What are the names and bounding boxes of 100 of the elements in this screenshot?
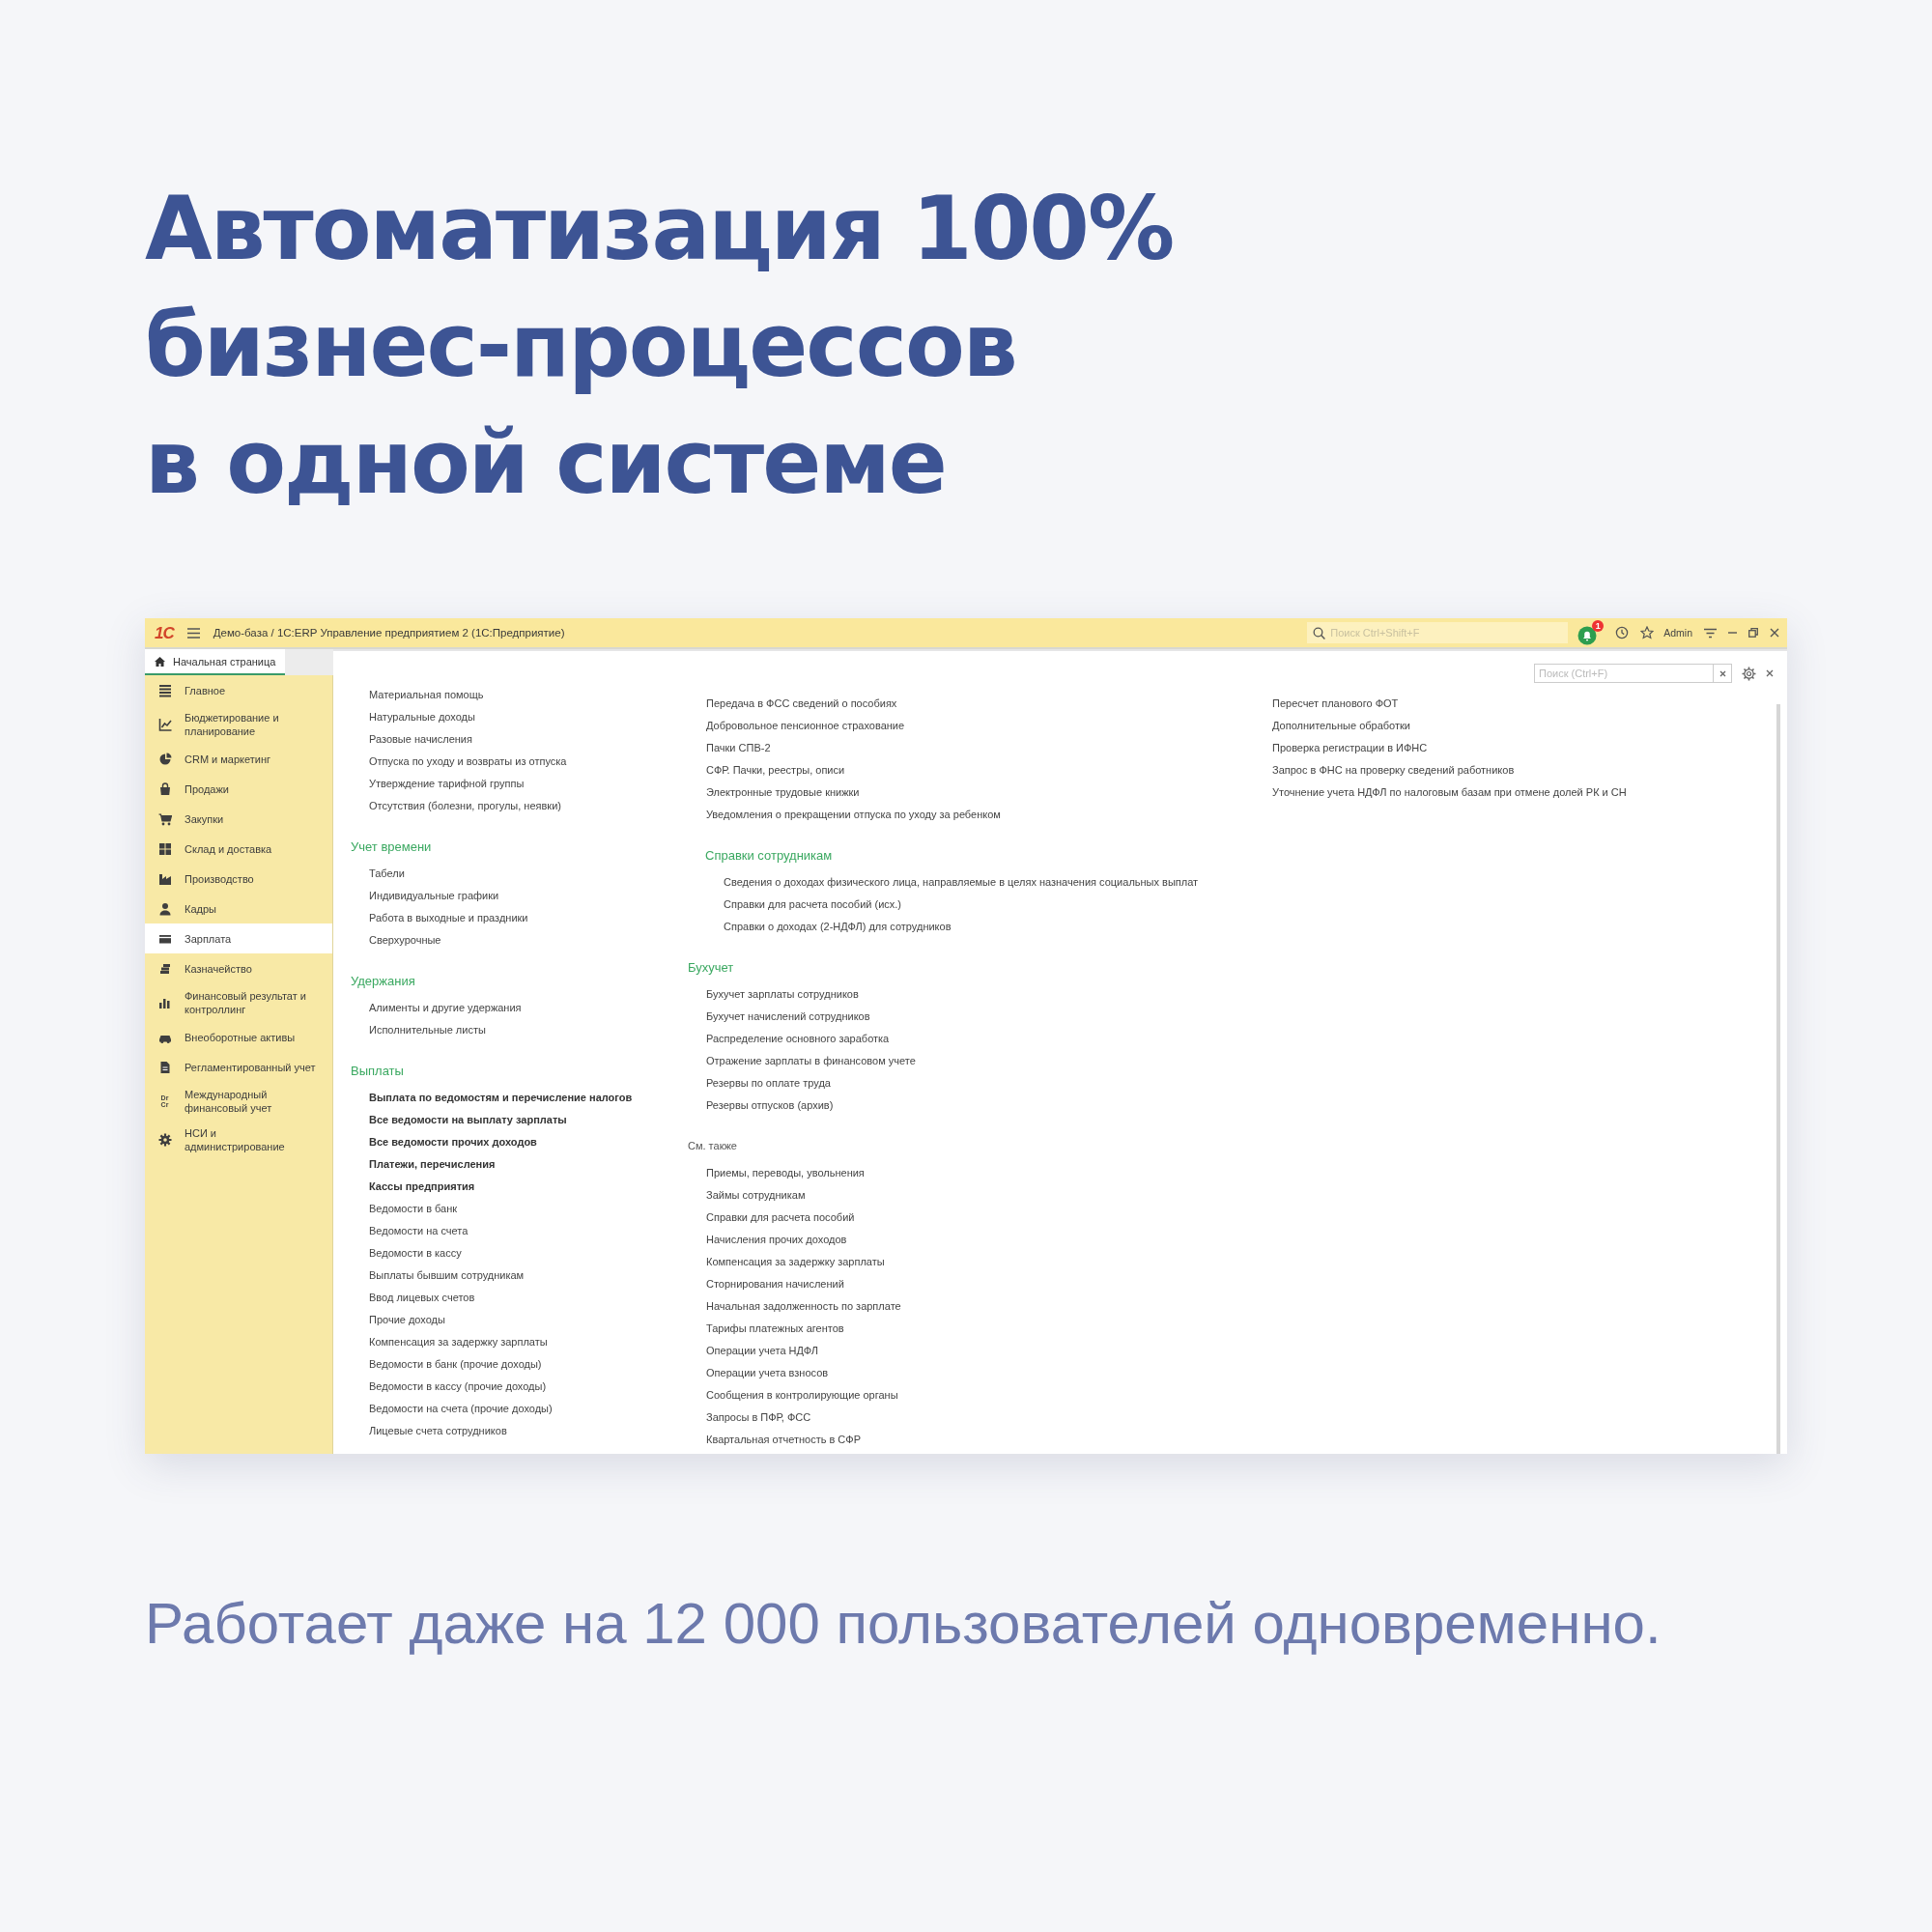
menu-link[interactable]: Материальная помощь — [351, 684, 484, 706]
sidebar-item[interactable]: Казначейство — [145, 953, 332, 983]
menu-link[interactable]: Выплата по ведомостям и перечисление налогов — [351, 1087, 633, 1109]
menu-link[interactable]: Уточнение учета НДФЛ по налоговым базам при отмене долей РК и СН — [1254, 781, 1627, 804]
menu-link[interactable]: Тарифы платежных агентов — [688, 1318, 844, 1340]
scrollbar[interactable] — [1776, 704, 1780, 1454]
sidebar-item[interactable]: Внеоборотные активы — [145, 1022, 332, 1052]
menu-link[interactable]: Сторнирования начислений — [688, 1273, 844, 1295]
menu-link[interactable]: Ведомости в банк (прочие доходы) — [351, 1353, 542, 1376]
filter-icon — [1704, 627, 1717, 639]
window-title: Демо-база / 1С:ERP Управление предприятием 2 (1С:Предприятие) — [213, 627, 565, 639]
menu-button[interactable] — [186, 627, 200, 639]
menu-link[interactable]: Справки о доходах (2-НДФЛ) для сотрудников — [705, 916, 952, 938]
user-button[interactable]: Admin — [1663, 627, 1692, 639]
close-button[interactable] — [1766, 669, 1774, 677]
menu-link[interactable]: Алименты и другие удержания — [351, 997, 522, 1019]
menu-link[interactable]: Ведомости в кассу — [351, 1242, 462, 1264]
menu-link[interactable]: Ввод лицевых счетов — [351, 1287, 475, 1309]
menu-link[interactable]: Проверка регистрации в ИФНС — [1254, 737, 1428, 759]
menu-link[interactable]: Ведомости на счета (прочие доходы) — [351, 1398, 553, 1420]
star-icon — [1640, 626, 1655, 639]
factory-icon — [157, 871, 172, 886]
menu-link[interactable]: Передача в ФСС сведений о пособиях — [688, 693, 897, 715]
menu-link[interactable]: Выплаты бывшим сотрудникам — [351, 1264, 525, 1287]
person-icon — [157, 901, 172, 916]
settings-button[interactable] — [1742, 666, 1756, 681]
pie-chart-icon — [157, 752, 172, 766]
menu-link[interactable]: Все ведомости прочих доходов — [351, 1131, 537, 1153]
close-button[interactable] — [1770, 628, 1779, 638]
menu-link[interactable]: Платежи, перечисления — [351, 1153, 496, 1176]
sidebar-item[interactable]: НСИ и администрирование — [145, 1121, 332, 1159]
menu-link[interactable]: Справки для расчета пособий — [688, 1207, 855, 1229]
menu-link[interactable]: Начисления прочих доходов — [688, 1229, 847, 1251]
history-button[interactable] — [1615, 626, 1630, 639]
clear-button[interactable] — [1713, 664, 1732, 683]
favorites-button[interactable] — [1640, 626, 1655, 639]
sidebar-item[interactable]: Главное — [145, 675, 332, 705]
search-field[interactable]: Поиск (Ctrl+F) — [1534, 664, 1713, 683]
sidebar-item[interactable]: Закупки — [145, 804, 332, 834]
menu-link[interactable]: СФР. Пачки, реестры, описи — [688, 759, 845, 781]
menu-link[interactable]: Отражение зарплаты в финансовом учете — [688, 1050, 916, 1072]
menu-link[interactable]: Кассы предприятия — [351, 1176, 475, 1198]
menu-link[interactable]: Ведомости на счета — [351, 1220, 469, 1242]
menu-link[interactable]: Запрос в ФНС на проверку сведений работников — [1254, 759, 1515, 781]
sidebar-item[interactable]: Финансовый результат и контроллинг — [145, 983, 332, 1022]
menu-link[interactable]: Электронные трудовые книжки — [688, 781, 860, 804]
notifications-button[interactable]: 1 — [1577, 620, 1605, 645]
coins-icon — [157, 961, 172, 976]
bag-icon — [157, 781, 172, 796]
menu-link[interactable]: Прочие доходы — [351, 1309, 445, 1331]
menu-link[interactable]: Займы сотрудникам — [688, 1184, 806, 1207]
menu-link[interactable]: Индивидуальные графики — [351, 885, 499, 907]
menu-link[interactable]: Все ведомости на выплату зарплаты — [351, 1109, 567, 1131]
sidebar-item[interactable]: Продажи — [145, 774, 332, 804]
menu-link[interactable]: Бухучет зарплаты сотрудников — [688, 983, 859, 1006]
menu-link[interactable]: Табели — [351, 863, 405, 885]
menu-link[interactable]: Отсутствия (болезни, прогулы, неявки) — [351, 795, 561, 817]
menu-link[interactable]: Квартальная отчетность в СФР — [688, 1429, 861, 1451]
menu-link[interactable]: Операции учета взносов — [688, 1362, 829, 1384]
menu-link[interactable]: Компенсация за задержку зарплаты — [688, 1251, 885, 1273]
menu-link[interactable]: Натуральные доходы — [351, 706, 475, 728]
menu-link[interactable]: Операции учета НДФЛ — [688, 1340, 818, 1362]
menu-link[interactable]: Ведомости в кассу (прочие доходы) — [351, 1376, 547, 1398]
sidebar-item[interactable]: Зарплата — [145, 923, 332, 953]
menu-link[interactable]: Разовые начисления — [351, 728, 472, 751]
menu-link[interactable]: Уведомления о прекращении отпуска по уходу за ребенком — [688, 804, 1001, 826]
sidebar-item[interactable]: Бюджетирование и планирование — [145, 705, 332, 744]
chart-icon — [157, 718, 172, 731]
filter-button[interactable] — [1704, 627, 1717, 639]
menu-link[interactable]: Ведомости в банк — [351, 1198, 458, 1220]
sidebar-item[interactable]: Производство — [145, 864, 332, 894]
home-tab[interactable]: Начальная страница — [145, 649, 286, 675]
sidebar-item[interactable]: Регламентированный учет — [145, 1052, 332, 1082]
menu-link[interactable]: Пачки СПВ-2 — [688, 737, 771, 759]
menu-link[interactable]: Бухучет начислений сотрудников — [688, 1006, 870, 1028]
sidebar-item[interactable]: Склад и доставка — [145, 834, 332, 864]
menu-link[interactable]: Начальная задолженность по зарплате — [688, 1295, 901, 1318]
menu-link[interactable]: Пересчет планового ФОТ — [1254, 693, 1399, 715]
menu-link[interactable]: Работа в выходные и праздники — [351, 907, 528, 929]
menu-link[interactable]: Запросы в ПФР, ФСС — [688, 1406, 811, 1429]
menu-link[interactable]: Сведения о доходах физического лица, направляемые в целях назначения социальных выплат — [705, 871, 1199, 894]
menu-link[interactable]: Справки для расчета пособий (исх.) — [705, 894, 901, 916]
menu-link[interactable]: Компенсация за задержку зарплаты — [351, 1331, 548, 1353]
menu-link[interactable]: Приемы, переводы, увольнения — [688, 1162, 865, 1184]
menu-link[interactable]: Лицевые счета сотрудников — [351, 1420, 507, 1442]
restore-button[interactable] — [1748, 628, 1758, 638]
menu-link[interactable]: Отпуска по уходу и возвраты из отпуска — [351, 751, 567, 773]
menu-link[interactable]: Резервы отпусков (архив) — [688, 1094, 834, 1117]
menu-link[interactable]: Дополнительные обработки — [1254, 715, 1410, 737]
menu-link[interactable]: Исполнительные листы — [351, 1019, 486, 1041]
section-heading: См. также — [688, 1139, 737, 1153]
menu-link[interactable]: Резервы по оплате труда — [688, 1072, 831, 1094]
settings-icon — [1742, 666, 1756, 681]
menu-link[interactable]: Сообщения в контролирующие органы — [688, 1384, 898, 1406]
sidebar-item[interactable]: CRM и маркетинг — [145, 744, 332, 774]
menu-link[interactable]: Распределение основного заработка — [688, 1028, 890, 1050]
menu-link[interactable]: Добровольное пенсионное страхование — [688, 715, 905, 737]
sidebar-item[interactable]: Кадры — [145, 894, 332, 923]
menu-link[interactable]: Сверхурочные — [351, 929, 441, 952]
menu-link[interactable]: Утверждение тарифной группы — [351, 773, 525, 795]
